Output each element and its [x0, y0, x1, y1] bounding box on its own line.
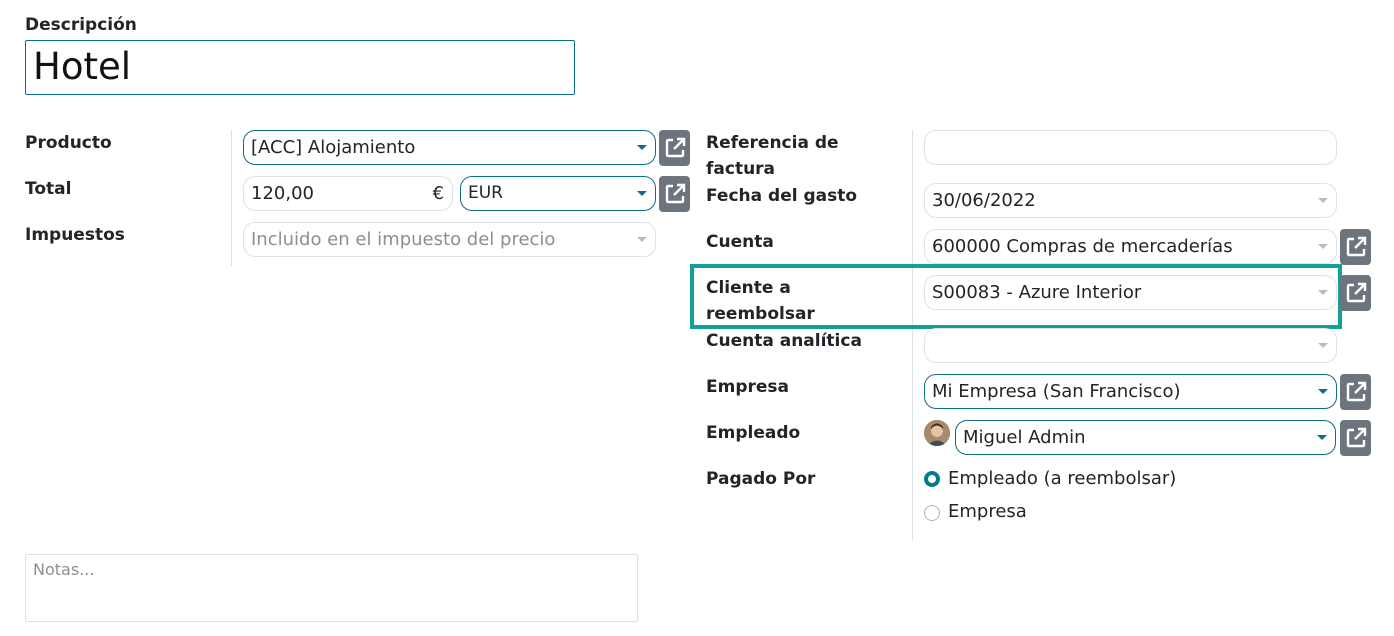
customer-external-link-button[interactable]	[1340, 275, 1371, 311]
account-select[interactable]: 600000 Compras de mercaderías	[924, 229, 1337, 264]
currency-symbol: €	[432, 183, 444, 204]
description-label: Descripción	[25, 15, 137, 35]
analytic-account-select[interactable]	[924, 328, 1337, 363]
total-amount-input[interactable]: 120,00 €	[243, 176, 453, 211]
company-label: Empresa	[706, 377, 789, 397]
caret-down-icon	[1317, 435, 1327, 440]
left-column-divider	[231, 130, 232, 266]
caret-down-icon	[1318, 290, 1328, 295]
invoice-ref-label: Referencia de factura	[706, 133, 839, 179]
analytic-account-label: Cuenta analítica	[706, 331, 862, 351]
account-label: Cuenta	[706, 232, 774, 252]
external-link-icon	[1346, 427, 1366, 448]
product-label: Producto	[25, 133, 112, 153]
expense-date-input[interactable]: 30/06/2022	[924, 183, 1337, 218]
employee-external-link-button[interactable]	[1340, 420, 1371, 456]
notes-textarea[interactable]: Notas...	[25, 554, 638, 622]
employee-avatar	[924, 420, 950, 446]
caret-down-icon	[1318, 389, 1328, 394]
customer-to-reinvoice-value: S00083 - Azure Interior	[932, 282, 1142, 303]
caret-down-icon	[1318, 198, 1328, 203]
caret-down-icon	[637, 145, 647, 150]
total-label: Total	[25, 179, 72, 199]
company-value: Mi Empresa (San Francisco)	[932, 381, 1181, 402]
taxes-label: Impuestos	[25, 225, 125, 245]
product-select[interactable]: [ACC] Alojamiento	[243, 130, 656, 165]
right-column-divider	[912, 130, 913, 540]
caret-down-icon	[637, 191, 647, 196]
total-value: 120,00	[251, 183, 314, 204]
description-value: Hotel	[33, 45, 132, 88]
account-value: 600000 Compras de mercaderías	[932, 236, 1233, 257]
product-value: [ACC] Alojamiento	[251, 137, 416, 158]
caret-down-icon	[1318, 244, 1328, 249]
paid-by-employee-radio[interactable]	[924, 471, 940, 487]
description-input[interactable]: Hotel	[25, 40, 575, 95]
caret-down-icon	[1318, 343, 1328, 348]
external-link-icon	[1346, 282, 1366, 303]
invoice-ref-input[interactable]	[924, 130, 1337, 165]
external-link-icon	[665, 137, 685, 158]
paid-by-company-radio[interactable]	[924, 505, 940, 521]
notes-placeholder: Notas...	[33, 560, 95, 579]
employee-value: Miguel Admin	[963, 427, 1086, 448]
employee-label: Empleado	[706, 423, 801, 443]
company-external-link-button[interactable]	[1340, 374, 1371, 410]
external-link-icon	[665, 183, 685, 204]
currency-select[interactable]: EUR	[460, 176, 656, 211]
external-link-icon	[1346, 381, 1366, 402]
expense-date-value: 30/06/2022	[932, 190, 1036, 211]
paid-by-label: Pagado Por	[706, 469, 816, 489]
avatar-icon	[924, 420, 950, 446]
expense-date-label: Fecha del gasto	[706, 186, 858, 206]
paid-by-company-option[interactable]: Empresa	[948, 499, 1027, 525]
paid-by-employee-option[interactable]: Empleado (a reembolsar)	[948, 466, 1176, 492]
account-external-link-button[interactable]	[1340, 229, 1371, 265]
external-link-icon	[1346, 236, 1366, 257]
taxes-placeholder: Incluido en el impuesto del precio	[251, 229, 556, 250]
currency-external-link-button[interactable]	[659, 176, 690, 212]
customer-to-reinvoice-select[interactable]: S00083 - Azure Interior	[924, 275, 1337, 310]
caret-down-icon	[637, 237, 647, 242]
currency-value: EUR	[468, 183, 503, 203]
employee-select[interactable]: Miguel Admin	[955, 420, 1336, 455]
product-external-link-button[interactable]	[659, 130, 690, 166]
company-select[interactable]: Mi Empresa (San Francisco)	[924, 374, 1337, 409]
taxes-select[interactable]: Incluido en el impuesto del precio	[243, 222, 656, 257]
